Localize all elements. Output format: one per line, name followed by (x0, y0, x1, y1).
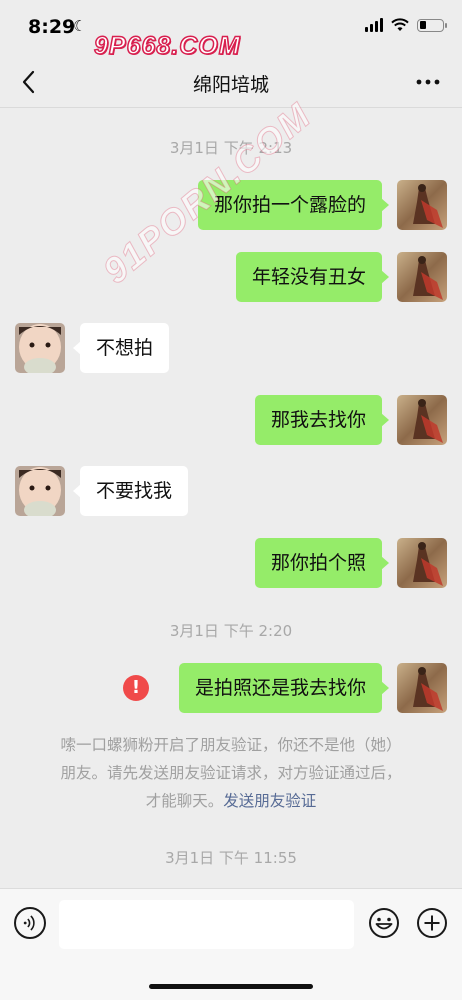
send-verification-link[interactable]: 发送朋友验证 (223, 792, 316, 810)
avatar-self[interactable] (397, 538, 447, 588)
chat-title: 绵阳培城 (192, 74, 269, 96)
avatar-self[interactable] (397, 180, 447, 230)
message-bubble-outgoing[interactable]: 是拍照还是我去找你 (178, 663, 390, 713)
plus-icon[interactable] (416, 907, 448, 939)
message-bubble-outgoing[interactable]: 那你拍一个露脸的 (197, 180, 390, 230)
message-row: 不要找我 (0, 466, 462, 518)
voice-icon[interactable] (14, 907, 46, 939)
message-row: 那你拍一个露脸的 (0, 180, 462, 232)
message-bubble-outgoing[interactable]: 那你拍个照 (254, 538, 390, 588)
moon-icon: ☾ (73, 17, 87, 35)
message-row: 不想拍 (0, 323, 462, 375)
avatar-self[interactable] (397, 252, 447, 302)
wifi-icon (391, 18, 409, 31)
avatar-contact[interactable] (15, 323, 65, 373)
avatar-contact[interactable] (15, 466, 65, 516)
message-row: 年轻没有丑女 (0, 252, 462, 304)
status-time: 8:29 (28, 16, 76, 38)
message-bubble-incoming[interactable]: 不想拍 (72, 323, 170, 373)
more-icon[interactable] (414, 70, 442, 94)
notice-text: 才能聊天。 (145, 792, 224, 810)
emoji-icon[interactable] (368, 907, 400, 939)
home-indicator[interactable] (149, 984, 313, 989)
nav-bar: 绵阳培城 (0, 58, 462, 108)
message-row: ! 是拍照还是我去找你 (0, 663, 462, 715)
message-timestamp: 3月1日 下午 2:13 (169, 139, 293, 157)
battery-icon (417, 18, 447, 32)
status-icons (365, 18, 447, 32)
message-bubble-outgoing[interactable]: 那我去找你 (254, 395, 390, 445)
message-row: 那你拍个照 (0, 538, 462, 590)
message-bubble-outgoing[interactable]: 年轻没有丑女 (235, 252, 390, 302)
notice-line: 朋友。请先发送朋友验证请求，对方验证通过后， (60, 764, 402, 782)
message-row: 那我去找你 (0, 395, 462, 447)
avatar-self[interactable] (397, 395, 447, 445)
send-failed-icon[interactable]: ! (123, 675, 149, 701)
signal-icon (365, 18, 383, 32)
avatar-self[interactable] (397, 663, 447, 713)
watermark-logo: 9P668.COM (93, 31, 241, 61)
message-bubble-incoming[interactable]: 不要找我 (72, 466, 189, 516)
message-timestamp: 3月1日 下午 2:20 (169, 622, 293, 640)
message-timestamp: 3月1日 下午 11:55 (165, 849, 297, 867)
notice-line: 才能聊天。发送朋友验证 (30, 787, 432, 815)
message-input[interactable] (59, 900, 354, 949)
friend-verification-notice: 嗦一口螺狮粉开启了朋友验证，你还不是他（她） 朋友。请先发送朋友验证请求，对方验… (30, 731, 432, 815)
notice-line: 嗦一口螺狮粉开启了朋友验证，你还不是他（她） (60, 736, 402, 754)
